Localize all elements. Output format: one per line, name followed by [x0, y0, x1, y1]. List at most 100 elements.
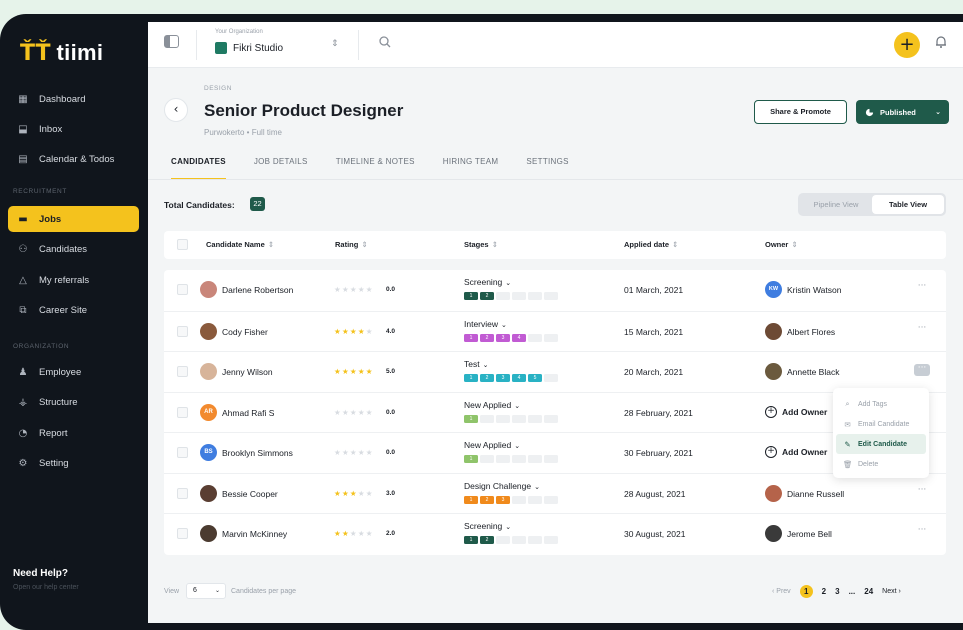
dashboard-icon: ▦ [18, 93, 28, 105]
org-switcher[interactable]: Fikri Studio [233, 43, 283, 54]
table-row[interactable]: Darlene Robertson ★★★★★ 0.0 Screening ⌄ 1 2 01 … [164, 270, 946, 310]
candidate-name[interactable]: Bessie Cooper [222, 489, 278, 499]
row-more-icon[interactable]: ··· [914, 485, 930, 498]
help-center-link[interactable]: Open our help center [13, 584, 79, 591]
menu-item-delete[interactable]: 🗑 Delete [836, 454, 926, 474]
stage-dropdown[interactable]: Design Challenge ⌄ [464, 481, 540, 491]
sidebar-item-report[interactable]: ◔ Report [8, 420, 139, 446]
row-checkbox[interactable] [177, 325, 188, 337]
candidate-name[interactable]: Marvin McKinney [222, 529, 287, 539]
career-site-icon: ⧉ [19, 305, 27, 316]
tab-job-details[interactable]: JOB DETAILS [254, 157, 308, 180]
tab-hiring-team[interactable]: HIRING TEAM [443, 157, 499, 180]
sidebar-item-inbox[interactable]: ⬓ Inbox [8, 116, 139, 142]
row-more-icon[interactable]: ··· [914, 364, 930, 376]
stage-dropdown[interactable]: New Applied ⌄ [464, 440, 520, 450]
add-owner-button[interactable]: Add Owner [782, 407, 827, 417]
candidate-name[interactable]: Ahmad Rafi S [222, 408, 274, 418]
sidebar-item-employee[interactable]: ♟ Employee [8, 359, 139, 385]
candidate-name[interactable]: Jenny Wilson [222, 367, 273, 377]
row-checkbox[interactable] [177, 284, 188, 295]
page-24[interactable]: 24 [864, 587, 873, 596]
row-more-icon[interactable]: ··· [914, 282, 930, 294]
tabs-divider [148, 179, 963, 180]
plus-circle-icon[interactable]: + [765, 405, 777, 418]
column-header-applied-date[interactable]: Applied date ⇕ [624, 231, 678, 259]
plus-circle-icon[interactable]: + [765, 446, 777, 458]
stage-progress: 12345 [464, 374, 558, 382]
brand-logo[interactable]: ŤŤ tiimi [20, 40, 103, 66]
column-header-rating[interactable]: Rating ⇕ [335, 231, 368, 259]
menu-item-edit-candidate[interactable]: ✎ Edit Candidate [836, 434, 926, 454]
chevron-updown-icon[interactable]: ⇕ [331, 39, 339, 49]
table-row[interactable]: Marvin McKinney ★★★★★ 2.0 Screening ⌄ 1 2 30 Au… [164, 513, 946, 553]
page-3[interactable]: 3 [835, 587, 839, 596]
search-icon[interactable] [378, 35, 392, 49]
prev-page-button[interactable]: ‹ Prev [772, 588, 791, 595]
candidate-name[interactable]: Cody Fisher [222, 327, 268, 337]
chevron-down-icon: ⌄ [505, 523, 512, 531]
table-view-button[interactable]: Table View [872, 195, 944, 214]
more-options-icon[interactable]: ··· [389, 104, 403, 117]
star-icon: ★ [341, 529, 350, 538]
star-icon: ★ [334, 488, 342, 498]
stage-step [480, 414, 494, 423]
applied-date: 28 August, 2021 [624, 488, 686, 499]
column-header-stages[interactable]: Stages ⇕ [464, 231, 498, 259]
table-row[interactable]: Jenny Wilson ★★★★★ 5.0 Test ⌄ 1 2 3 4 5 20 March, … [164, 351, 946, 391]
stage-dropdown[interactable]: Interview ⌄ [464, 319, 507, 329]
page-1[interactable]: 1 [799, 585, 813, 598]
candidate-name[interactable]: Darlene Robertson [222, 285, 293, 295]
star-icon: ★ [349, 407, 358, 417]
owner-avatar [765, 363, 782, 380]
stage-dropdown[interactable]: Screening ⌄ [464, 521, 511, 531]
stage-step [544, 414, 558, 423]
tab-settings[interactable]: SETTINGS [526, 157, 568, 180]
rating-stars: ★★★★★ [334, 285, 374, 294]
add-button[interactable]: + [894, 32, 920, 58]
sidebar-toggle-icon[interactable] [164, 35, 179, 48]
menu-item-add-tags[interactable]: ⌕ Add Tags [836, 394, 926, 414]
published-button[interactable]: Published ⌄ [856, 100, 949, 124]
tab-timeline-notes[interactable]: TIMELINE & NOTES [336, 157, 415, 180]
menu-item-email-candidate[interactable]: ✉ Email Candidate [836, 414, 926, 434]
bell-icon[interactable] [934, 35, 948, 49]
row-checkbox[interactable] [177, 366, 188, 377]
sidebar-item-career-site[interactable]: ⧉ Career Site [8, 298, 139, 324]
share-promote-button[interactable]: Share & Promote [754, 100, 847, 124]
stage-step [512, 455, 526, 463]
row-more-icon[interactable]: ··· [914, 323, 930, 336]
row-checkbox[interactable] [177, 528, 188, 539]
sidebar-item-structure[interactable]: ⚶ Structure [8, 390, 139, 416]
candidate-name[interactable]: Brooklyn Simmons [222, 448, 293, 458]
page-2[interactable]: 2 [822, 587, 826, 596]
table-row[interactable]: AR Ahmad Rafi S ★★★★★ 0.0 New Applied ⌄ 1 28 Fe… [164, 391, 946, 432]
stage-dropdown[interactable]: Screening ⌄ [464, 277, 511, 287]
stage-dropdown[interactable]: New Applied ⌄ [464, 400, 520, 410]
sidebar-item-dashboard[interactable]: ▦ Dashboard [8, 86, 139, 112]
column-header-candidate-name[interactable]: Candidate Name ⇕ [206, 231, 274, 259]
sidebar-item-calendar-todos[interactable]: ▤ Calendar & Todos [8, 146, 139, 172]
table-row[interactable]: Cody Fisher ★★★★★ 4.0 Interview ⌄ 1 2 3 4 15 Marc… [164, 310, 946, 351]
back-button[interactable]: ‹ [164, 98, 188, 122]
tab-candidates[interactable]: CANDIDATES [171, 157, 226, 180]
next-page-button[interactable]: Next › [882, 588, 901, 595]
sidebar-item-jobs[interactable]: ▬ Jobs [8, 206, 139, 232]
sidebar-item-my-referrals[interactable]: △ My referrals [8, 267, 139, 293]
stage-step [528, 333, 542, 342]
sidebar-item-setting[interactable]: ⚙ Setting [8, 451, 139, 477]
star-icon: ★ [341, 488, 350, 498]
pipeline-view-button[interactable]: Pipeline View [800, 195, 872, 214]
table-row[interactable]: Bessie Cooper ★★★★★ 3.0 Design Challenge ⌄ 1 2… [164, 472, 946, 513]
row-checkbox[interactable] [177, 487, 188, 499]
row-checkbox[interactable] [177, 406, 188, 418]
row-checkbox[interactable] [177, 447, 188, 458]
per-page-select[interactable]: 6 ⌄ [186, 583, 226, 599]
row-more-icon[interactable]: ··· [914, 526, 930, 538]
column-header-owner[interactable]: Owner ⇕ [765, 231, 798, 259]
table-row[interactable]: BS Brooklyn Simmons ★★★★★ 0.0 New Applied ⌄ 1 3… [164, 432, 946, 472]
add-owner-button[interactable]: Add Owner [782, 447, 827, 457]
sidebar-item-candidates[interactable]: ⚇ Candidates [8, 237, 139, 263]
stage-dropdown[interactable]: Test ⌄ [464, 359, 488, 369]
select-all-checkbox[interactable] [177, 239, 188, 250]
